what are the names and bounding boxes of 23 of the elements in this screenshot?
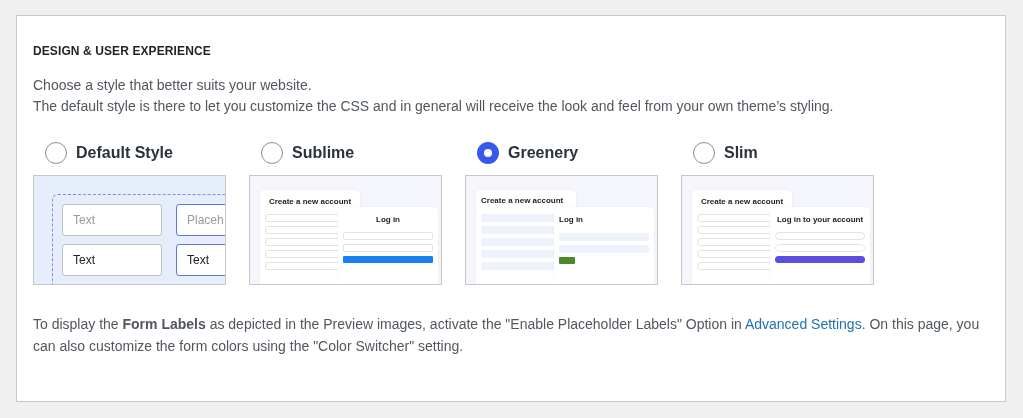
settings-link[interactable]: Advanced Settings [744,316,862,332]
card-heading: Create a new account [267,197,353,207]
radio-button[interactable] [693,142,715,164]
style-label[interactable]: Greenery [508,144,579,162]
sample-field: Text [62,204,162,236]
description-text: The default style is there to let you customize the CSS and in general will receive the look and feel from your own theme’s styling. [33,97,835,116]
sample-field: Text [62,244,162,276]
description-text: Choose a style that better suits your website. [33,76,313,95]
sample-field: Placeh [176,204,225,236]
note-text: To display the Form Labels as depicted in the Preview images, activate the "Enable Placeholder Labels" Option in Advanced Settings. On this page, you can also customize the form colors using the "Color Switcher" setting. [33,315,981,356]
card-heading: Log in to your account [775,215,865,225]
sample-field: Text [176,244,225,276]
radio-button[interactable] [261,142,283,164]
card-heading: Log in [375,215,401,225]
radio-button[interactable] [477,142,499,164]
card-heading: Create a new account [481,196,565,206]
card-heading: Create a new account [699,197,785,207]
style-label[interactable]: Sublime [292,144,355,162]
section-title: DESIGN & USER EXPERIENCE [33,44,212,58]
card-heading: Log in [559,215,584,225]
radio-button[interactable] [45,142,67,164]
style-label[interactable]: Slim [724,144,758,162]
style-label[interactable]: Default Style [76,144,173,162]
